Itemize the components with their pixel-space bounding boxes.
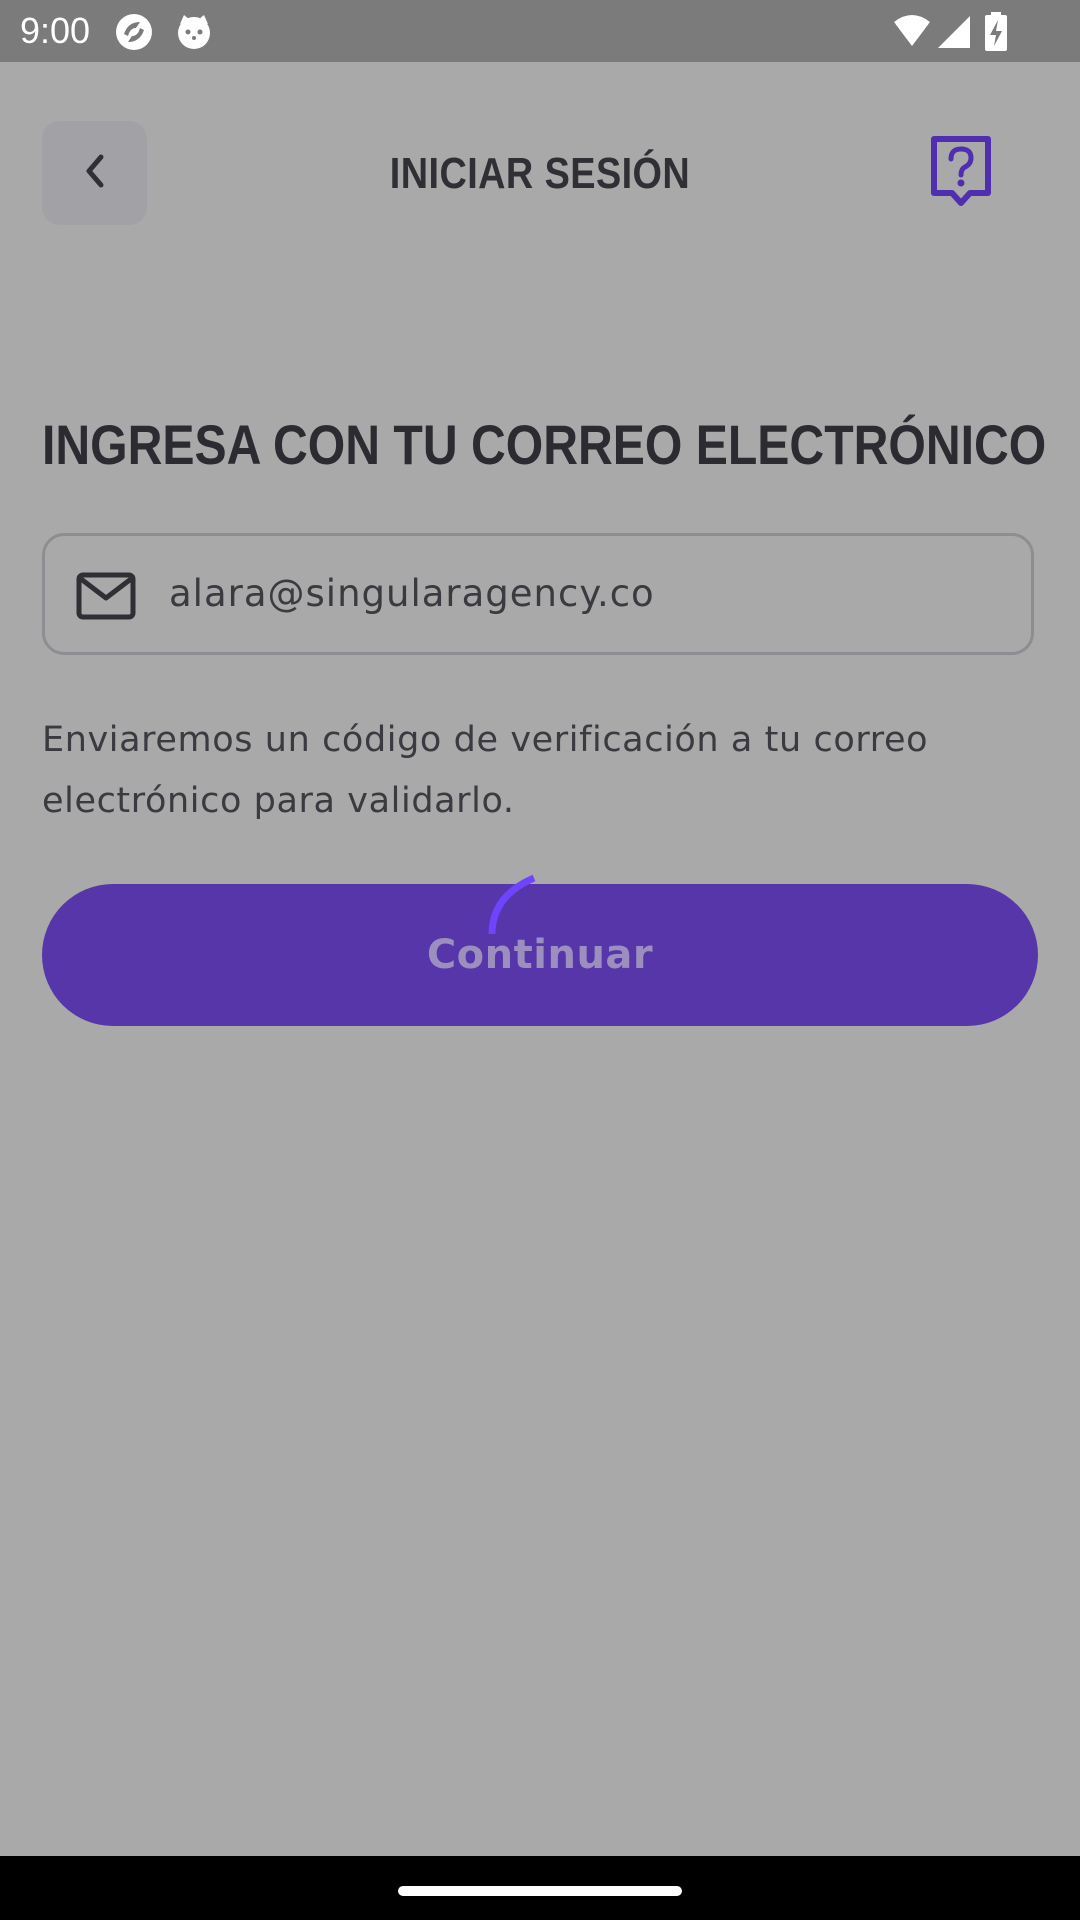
signal-icon	[936, 12, 972, 52]
email-value[interactable]: alara@singularagency.co	[169, 566, 655, 622]
verification-description: Enviaremos un código de verificación a t…	[42, 720, 929, 821]
chevron-left-icon	[79, 151, 111, 195]
home-indicator[interactable]	[398, 1886, 682, 1896]
back-button[interactable]	[42, 121, 147, 225]
email-field[interactable]: alara@singularagency.co	[42, 533, 1034, 655]
login-screen: 9:00 INICIAR SESIÓN INGRESA CON TU CORRE…	[0, 0, 1080, 1920]
cat-notification-icon	[174, 12, 214, 52]
mail-icon	[76, 572, 136, 620]
page-title: INICIAR SESIÓN	[389, 149, 691, 198]
status-bar: 9:00	[0, 0, 1080, 62]
app-notification-icon	[114, 12, 154, 52]
wifi-icon	[892, 12, 932, 52]
help-question-icon	[928, 136, 994, 213]
loading-spinner-icon	[482, 872, 562, 952]
section-heading: INGRESA CON TU CORREO ELECTRÓNICO	[42, 413, 1047, 476]
battery-charging-icon	[984, 12, 1008, 52]
status-time: 9:00	[20, 10, 91, 51]
help-button[interactable]	[928, 135, 994, 209]
